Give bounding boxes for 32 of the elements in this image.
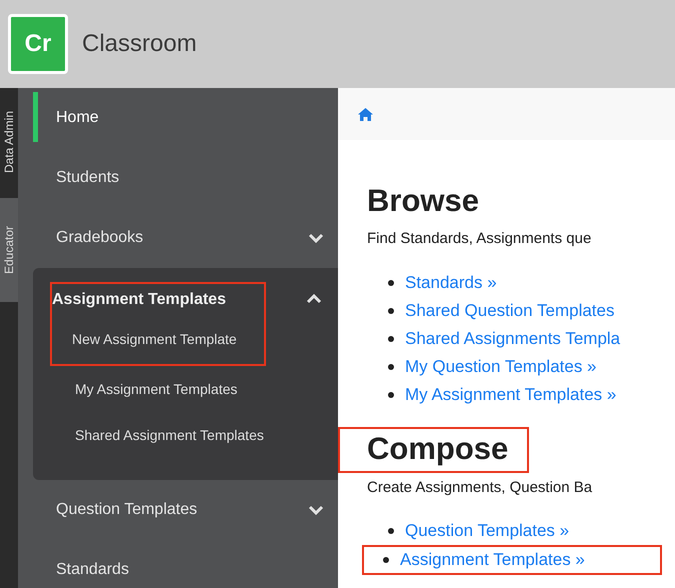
chevron-up-icon — [306, 294, 322, 304]
link[interactable]: Shared Question Templates — [405, 298, 614, 324]
bullet-icon — [383, 557, 389, 563]
bullet-icon — [388, 364, 394, 370]
bullet-icon — [388, 392, 394, 398]
sidebar-item[interactable]: Question Templates — [56, 498, 198, 522]
link[interactable]: Standards » — [405, 270, 497, 296]
section-heading: Compose — [367, 430, 508, 468]
sidebar-item[interactable]: Standards — [56, 558, 129, 582]
sidebar-item[interactable]: Home — [56, 106, 99, 130]
bullet-icon — [388, 308, 394, 314]
logo: Cr — [8, 14, 68, 74]
sidebar-item[interactable]: Assignment Templates — [52, 286, 264, 314]
link[interactable]: Assignment Templates » — [400, 547, 585, 573]
section-description: Find Standards, Assignments que — [367, 229, 592, 249]
section-description: Create Assignments, Question Ba — [367, 478, 594, 498]
bullet-icon — [388, 528, 394, 534]
link[interactable]: Shared Assignments Templa — [405, 326, 620, 352]
sidebar-subitem[interactable]: My Assignment Templates — [33, 366, 338, 412]
sidebar-item[interactable]: Students — [56, 166, 120, 190]
bullet-icon — [388, 336, 394, 342]
app-title: Classroom — [82, 29, 197, 59]
home-icon[interactable] — [358, 108, 373, 120]
sidebar-subitem[interactable]: New Assignment Template — [52, 314, 264, 364]
link[interactable]: My Assignment Templates » — [405, 382, 616, 408]
sidebar-subitem[interactable]: Shared Assignment Templates — [33, 412, 338, 458]
bullet-icon — [388, 280, 394, 286]
sidebar-item[interactable]: Gradebooks — [56, 226, 144, 250]
link[interactable]: My Question Templates » — [405, 354, 596, 380]
role-tab[interactable]: Educator — [0, 198, 18, 302]
link[interactable]: Question Templates » — [405, 518, 570, 544]
section-heading: Browse — [367, 182, 479, 220]
